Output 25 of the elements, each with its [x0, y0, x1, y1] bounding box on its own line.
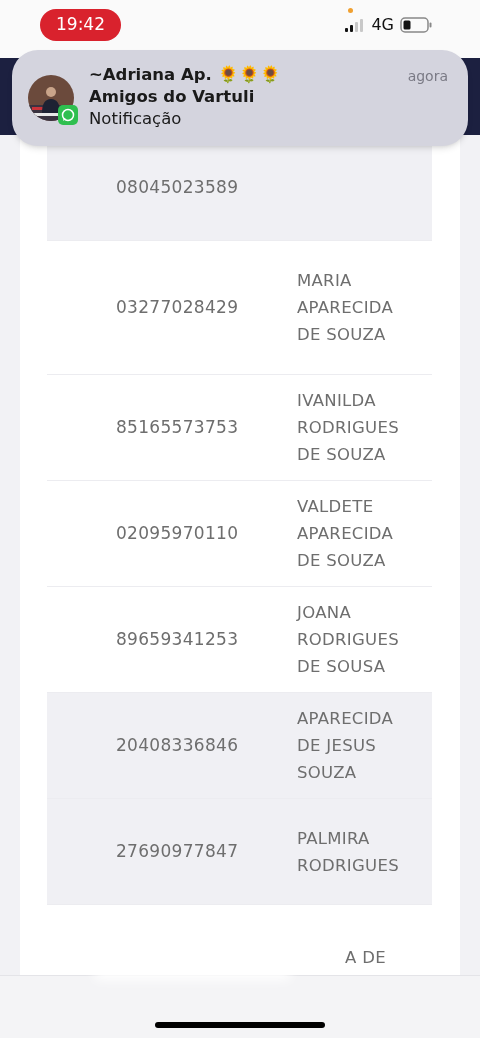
notification-time: agora — [407, 67, 448, 86]
table-cell-text: APARECIDA DE JESUS SOUZA — [297, 708, 395, 784]
clock-time: 19:42 — [40, 9, 121, 41]
notification-sender: ~Adriana Ap. 🌻🌻🌻 — [89, 64, 282, 86]
chat-app-icon — [58, 105, 78, 125]
table-cell-text: PALMIRA RODRIGUES — [297, 827, 400, 877]
network-label: 4G — [371, 14, 394, 36]
table-cell: 02095970110 — [116, 522, 239, 543]
table-cell: 85165573753 — [116, 416, 239, 437]
table-cell: 89659341253 — [116, 628, 239, 649]
notification-banner[interactable]: ~Adriana Ap. 🌻🌻🌻 Amigos do Vartuli Notificação agora — [12, 50, 468, 146]
battery-icon — [400, 17, 432, 33]
table-cell: 20408336846 — [116, 734, 239, 755]
table-cell-text: JOANA RODRIGUES DE SOUSA — [297, 602, 400, 678]
notification-body: Notificação — [89, 108, 183, 130]
table-cell: 27690977847 — [116, 840, 239, 861]
table-cell-text: IVANILDA RODRIGUES DE SOUZA — [297, 390, 400, 466]
signal-icon — [345, 18, 366, 32]
home-indicator[interactable] — [155, 1022, 325, 1028]
table-cell: 03277028429 — [116, 296, 239, 317]
table-cell-text: MARIA APARECIDA DE SOUZA — [297, 270, 395, 346]
table-cell-text: VALDETE APARECIDA DE SOUZA — [297, 496, 395, 572]
notification-group: Amigos do Vartuli — [89, 86, 408, 108]
table-cell-text: A DE — [345, 947, 387, 969]
table-cell: 08045023589 — [116, 176, 239, 197]
